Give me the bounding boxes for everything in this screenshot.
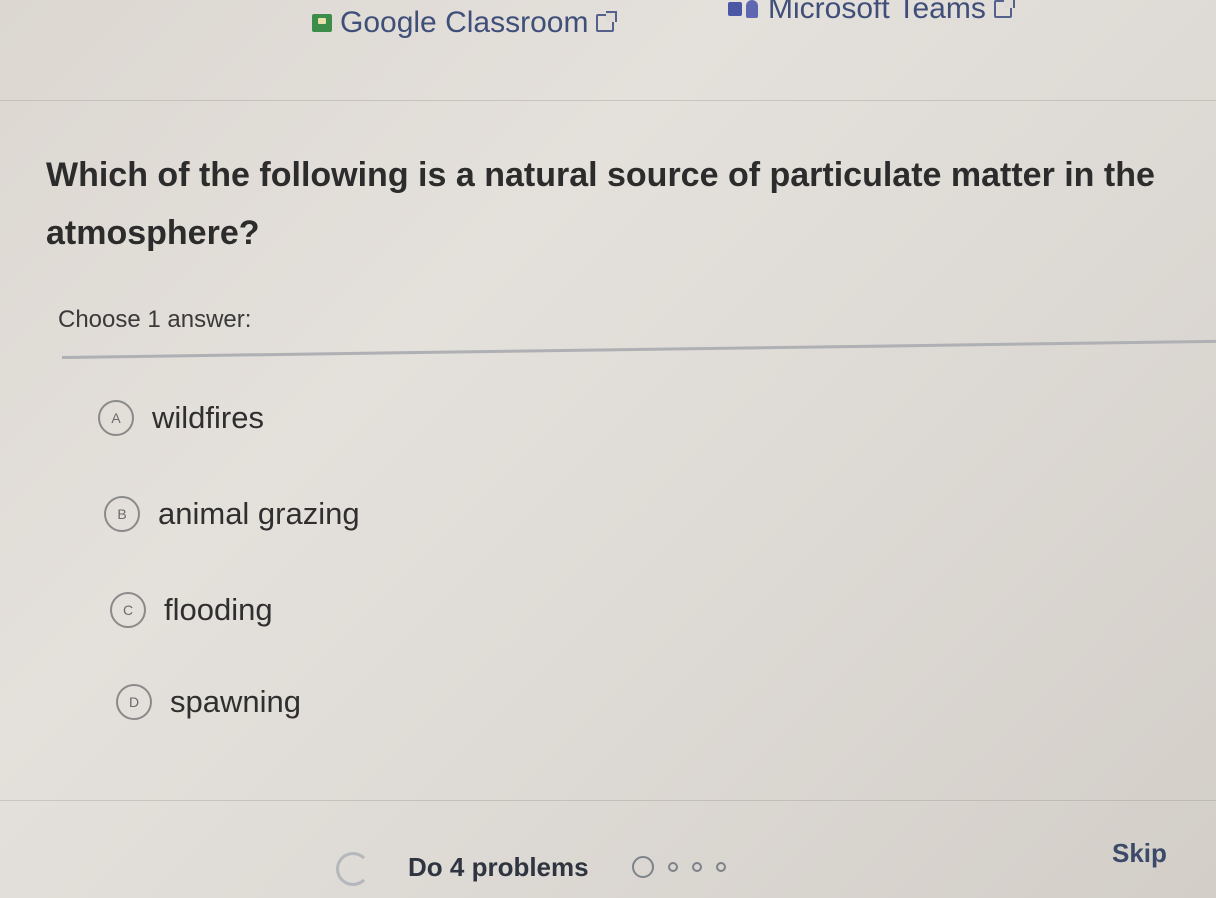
divider (0, 800, 1216, 801)
skip-button[interactable]: Skip (1112, 838, 1167, 869)
radio-button-a[interactable]: A (98, 400, 134, 436)
answer-option-label: animal grazing (158, 496, 360, 531)
answer-option-label: wildfires (152, 400, 264, 435)
radio-button-d[interactable]: D (116, 684, 152, 720)
google-classroom-link[interactable]: Google Classroom (312, 6, 618, 40)
answer-option-label: flooding (164, 592, 273, 627)
progress-label: Do 4 problems (408, 852, 589, 882)
progress-dot (692, 862, 702, 872)
reload-icon (336, 852, 370, 886)
answer-instruction: Choose 1 answer: (58, 306, 252, 333)
radio-button-c[interactable]: C (110, 592, 146, 628)
external-link-icon (993, 0, 1015, 18)
google-classroom-icon (312, 14, 332, 32)
answer-option-b[interactable]: B animal grazing (104, 496, 360, 532)
radio-button-b[interactable]: B (104, 496, 140, 532)
answer-option-c[interactable]: C flooding (110, 592, 273, 628)
divider (61, 339, 1216, 359)
divider (0, 100, 1216, 101)
answer-option-d[interactable]: D spawning (116, 684, 301, 720)
external-link-icon (596, 11, 618, 32)
microsoft-teams-link[interactable]: Microsoft Teams (728, 0, 1015, 26)
answer-option-a[interactable]: A wildfires (98, 400, 264, 436)
question-text: Which of the following is a natural sour… (46, 156, 1155, 252)
microsoft-teams-label: Microsoft Teams (768, 0, 986, 25)
progress-indicator (632, 856, 726, 878)
progress-dot-current (632, 856, 654, 878)
google-classroom-label: Google Classroom (340, 6, 589, 39)
progress-dot (716, 862, 726, 872)
share-links-bar: Google Classroom Microsoft Teams (0, 0, 1216, 60)
answer-option-label: spawning (170, 684, 301, 719)
microsoft-teams-icon (728, 0, 760, 18)
progress-dot (668, 862, 678, 872)
